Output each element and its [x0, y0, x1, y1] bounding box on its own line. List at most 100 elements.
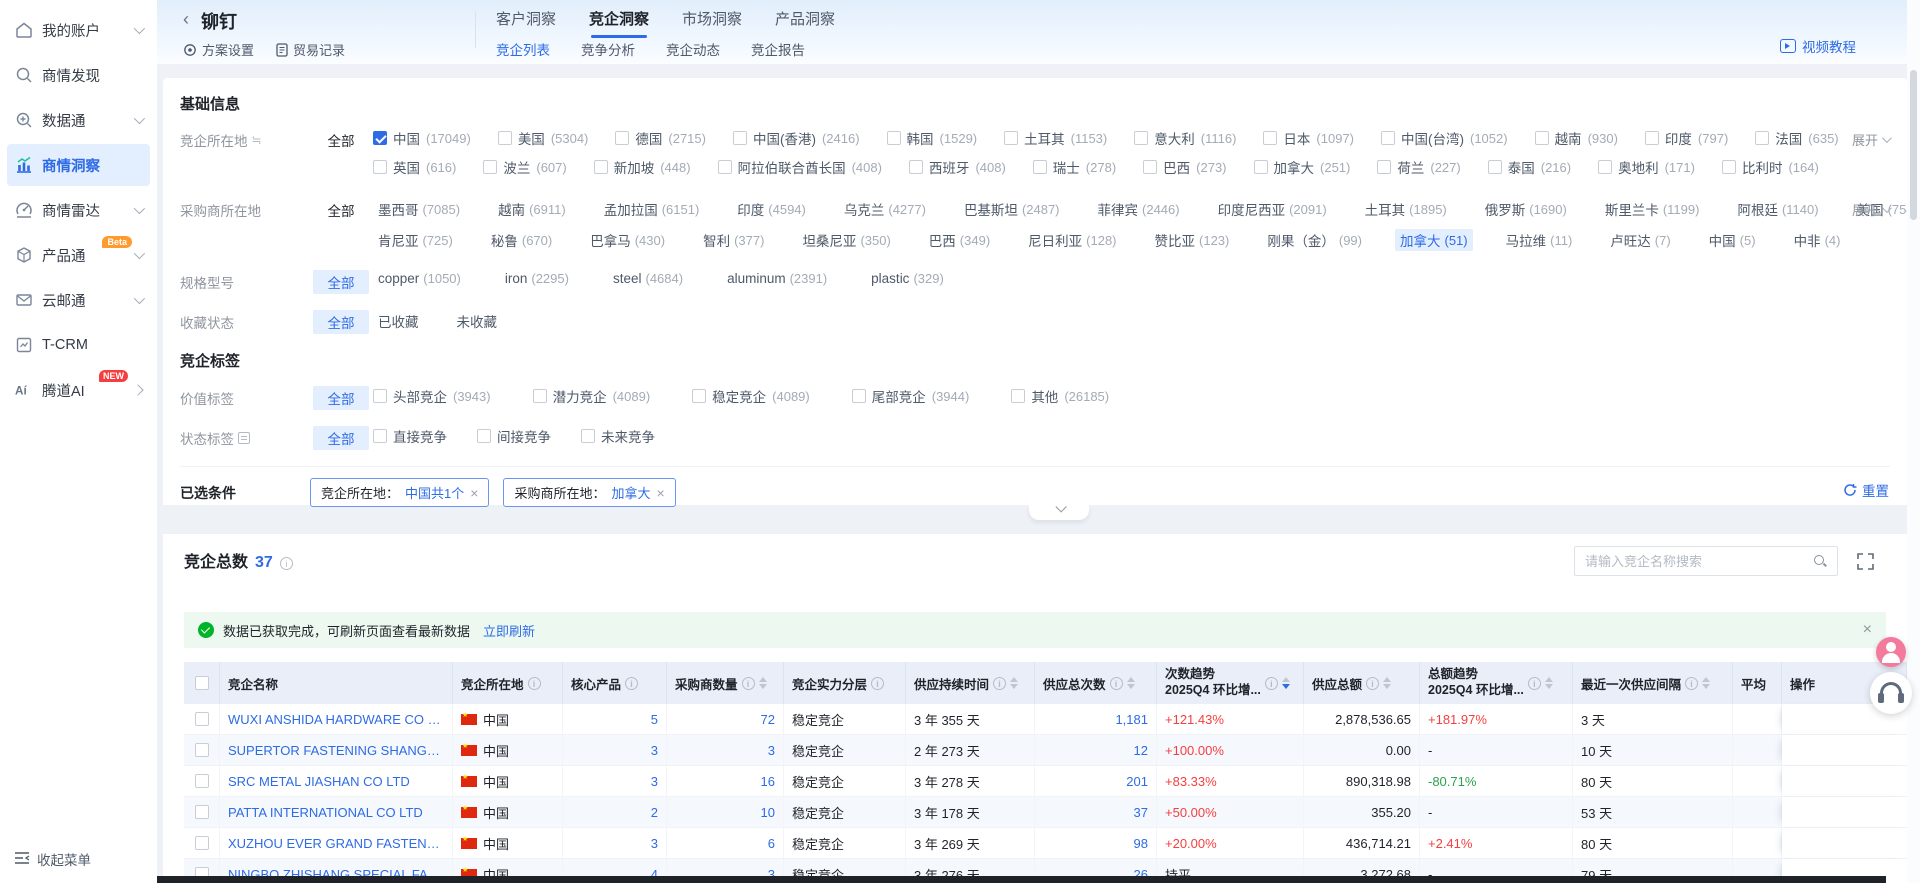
checkbox-checked[interactable] [373, 131, 387, 145]
video-tutorial-link[interactable]: 视频教程 [1780, 36, 1856, 56]
buyer-location-option[interactable]: 巴拿马(430) [585, 229, 670, 251]
fullscreen-icon[interactable] [1857, 553, 1874, 570]
checkbox[interactable] [887, 131, 901, 145]
spec-option[interactable]: copper(1050) [373, 270, 466, 287]
buyer-count-value[interactable]: 3 [768, 743, 775, 758]
column-header-duration[interactable]: 供应持续时间i [906, 662, 1035, 704]
checkbox[interactable] [733, 131, 747, 145]
refresh-now-link[interactable]: 立即刷新 [483, 621, 535, 640]
spec-option[interactable]: steel(4684) [608, 270, 688, 287]
value-tag-option[interactable]: 头部竞企(3943) [373, 386, 491, 406]
checkbox[interactable] [1381, 131, 1395, 145]
sidebar-item-3[interactable]: 数据通 [7, 99, 150, 141]
checkbox[interactable] [373, 389, 387, 403]
back-icon[interactable]: ‹ [183, 9, 189, 30]
spec-option[interactable]: aluminum(2391) [722, 270, 832, 287]
competitor-location-option[interactable]: 西班牙(408) [909, 157, 1006, 177]
checkbox[interactable] [1004, 131, 1018, 145]
subtab-2[interactable]: 竞争分析 [581, 39, 635, 59]
favorite-status-all-button[interactable]: 全部 [313, 310, 369, 334]
buyer-location-option[interactable]: 俄罗斯(1690) [1480, 198, 1572, 220]
checkbox[interactable] [1755, 131, 1769, 145]
buyer-location-option[interactable]: 坦桑尼亚(350) [797, 229, 895, 251]
info-icon[interactable]: i [528, 677, 541, 690]
company-name-link[interactable]: SUPERTOR FASTENING SHANGHAI... [228, 743, 444, 758]
buyer-location-option[interactable]: 印度(4594) [732, 198, 811, 220]
select-all-checkbox[interactable] [195, 676, 209, 690]
checkbox[interactable] [692, 389, 706, 403]
competitor-location-option[interactable]: 越南(930) [1535, 128, 1618, 148]
competitor-location-option[interactable]: 加拿大(251) [1254, 157, 1351, 177]
competitor-location-option[interactable]: 瑞士(278) [1033, 157, 1116, 177]
supply-times-value[interactable]: 37 [1134, 805, 1148, 820]
tab-3[interactable]: 市场洞察 [682, 8, 742, 38]
row-checkbox[interactable] [195, 836, 209, 850]
buyer-location-option[interactable]: 印度尼西亚(2091) [1213, 198, 1332, 220]
column-header-gap[interactable]: 最近一次供应间隔i [1573, 662, 1733, 704]
checkbox[interactable] [1598, 160, 1612, 174]
checkbox[interactable] [615, 131, 629, 145]
info-icon[interactable]: i [625, 677, 638, 690]
checkbox[interactable] [1535, 131, 1549, 145]
supply-times-value[interactable]: 1,181 [1115, 712, 1148, 727]
buyer-location-option[interactable]: 加拿大(51) [1395, 229, 1473, 251]
company-search-input[interactable] [1585, 554, 1813, 569]
value-tag-option[interactable]: 其他(26185) [1011, 386, 1109, 406]
buyer-count-value[interactable]: 16 [761, 774, 775, 789]
sort-icon[interactable] [1545, 677, 1553, 689]
competitor-location-option[interactable]: 巴西(273) [1143, 157, 1226, 177]
column-header-amount[interactable]: 供应总额i [1304, 662, 1420, 704]
competitor-location-option[interactable]: 波兰(607) [483, 157, 566, 177]
checkbox[interactable] [477, 429, 491, 443]
row-checkbox[interactable] [195, 805, 209, 819]
info-icon[interactable]: i [1685, 677, 1698, 690]
competitor-location-option[interactable]: 美国(5304) [498, 128, 589, 148]
bottom-scroll-bar[interactable] [157, 876, 1886, 883]
company-name-link[interactable]: WUXI ANSHIDA HARDWARE CO LTD [228, 712, 444, 727]
status-tag-option[interactable]: 间接竞争 [477, 426, 551, 446]
sidebar-item-4[interactable]: 商情洞察 [7, 144, 150, 186]
buyer-location-option[interactable]: 中非(4) [1789, 229, 1846, 251]
company-name-link[interactable]: PATTA INTERNATIONAL CO LTD [228, 805, 423, 820]
column-header-amount_trend[interactable]: 总额趋势2025Q4 环比增...i [1420, 662, 1573, 704]
competitor-location-option[interactable]: 阿拉伯联合酋长国(408) [718, 157, 882, 177]
tab-4[interactable]: 产品洞察 [775, 8, 835, 38]
chip-remove-icon[interactable]: × [470, 485, 478, 501]
sidebar-item-1[interactable]: 我的账户 [7, 9, 150, 51]
buyer-location-option[interactable]: 尼日利亚(128) [1023, 229, 1121, 251]
competitor-location-option[interactable]: 泰国(216) [1488, 157, 1571, 177]
headset-support-icon[interactable] [1870, 672, 1912, 714]
competitor-location-option[interactable]: 法国(635) [1755, 128, 1838, 148]
value-tag-all-button[interactable]: 全部 [313, 386, 369, 410]
supply-times-value[interactable]: 12 [1134, 743, 1148, 758]
reset-button[interactable]: 重置 [1843, 480, 1889, 500]
checkbox[interactable] [1722, 160, 1736, 174]
value-tag-option[interactable]: 尾部竞企(3944) [852, 386, 970, 406]
buyer-location-option[interactable]: 马拉维(11) [1501, 229, 1578, 251]
buyer-location-option[interactable]: 肯尼亚(725) [373, 229, 458, 251]
status-tag-option[interactable]: 直接竞争 [373, 426, 447, 446]
sidebar-item-5[interactable]: 商情雷达 [7, 189, 150, 231]
competitor-location-all-button[interactable]: 全部 [313, 128, 369, 152]
company-name-link[interactable]: SRC METAL JIASHAN CO LTD [228, 774, 410, 789]
buyer-location-option[interactable]: 智利(377) [698, 229, 769, 251]
plan-settings-button[interactable]: 方案设置 [183, 40, 254, 59]
competitor-location-option[interactable]: 意大利(1116) [1134, 128, 1236, 148]
info-icon[interactable]: i [742, 677, 755, 690]
sort-icon[interactable] [759, 677, 767, 689]
sort-icon[interactable] [1282, 677, 1290, 689]
buyer-location-option[interactable]: 巴西(349) [924, 229, 995, 251]
subtab-1[interactable]: 竞企列表 [496, 39, 550, 59]
competitor-location-option[interactable]: 土耳其(1153) [1004, 128, 1107, 148]
checkbox[interactable] [498, 131, 512, 145]
buyer-location-option[interactable]: 孟加拉国(6151) [599, 198, 705, 220]
tab-2[interactable]: 竞企洞察 [589, 8, 649, 38]
buyer-location-option[interactable]: 土耳其(1895) [1360, 198, 1452, 220]
sort-icon[interactable] [1127, 677, 1135, 689]
column-header-buyers[interactable]: 采购商数量i [667, 662, 784, 704]
column-header-times[interactable]: 供应总次数i [1035, 662, 1157, 704]
info-icon[interactable]: i [993, 677, 1006, 690]
sidebar-item-9[interactable]: Aí腾道AINEW [7, 369, 150, 411]
favorite-status-option[interactable]: 未收藏 [452, 310, 503, 332]
company-name-link[interactable]: XUZHOU EVER GRAND FASTENERS... [228, 836, 444, 851]
